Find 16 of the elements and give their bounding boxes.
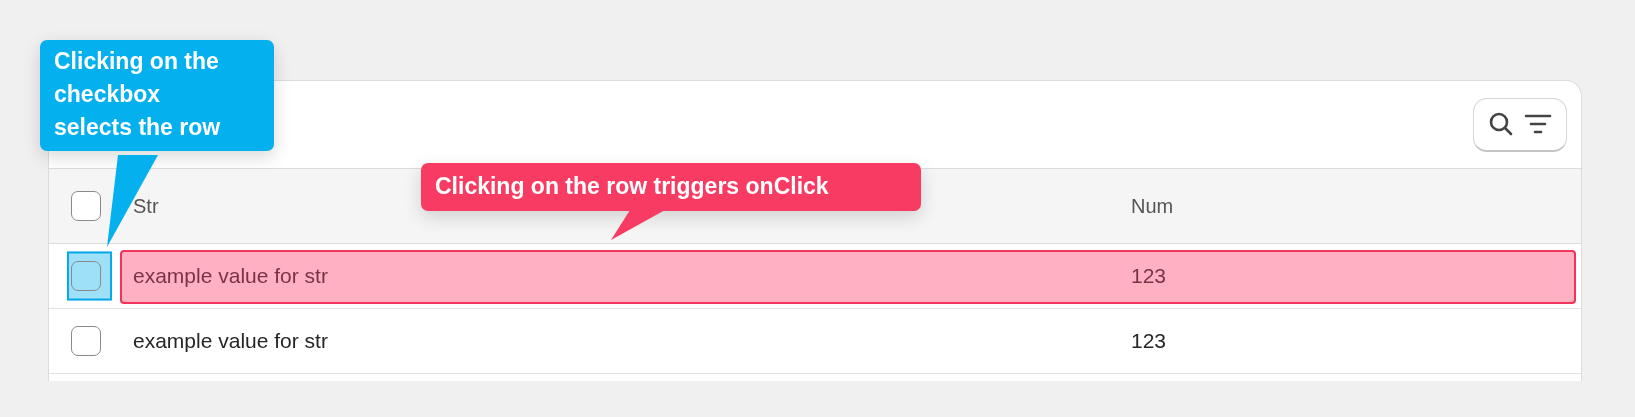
search-icon — [1488, 111, 1514, 137]
callout-pointer — [611, 210, 666, 241]
filter-icon — [1524, 114, 1552, 134]
row-checkbox[interactable] — [71, 326, 101, 356]
callout: Clicking on the checkbox selects the row — [40, 40, 274, 151]
table-cell: example value for str — [133, 329, 328, 352]
column-header: Num — [1131, 194, 1174, 217]
table-row[interactable]: example value for str 123 — [49, 309, 1581, 374]
table-row[interactable]: example value for str 123 — [49, 244, 1581, 309]
column-header: Str — [133, 194, 159, 217]
select-all-checkbox[interactable] — [71, 191, 101, 221]
table-cell: example value for str — [133, 264, 328, 287]
search-filter-button[interactable] — [1473, 97, 1567, 152]
table-cell: 123 — [1131, 264, 1167, 287]
table-cell: 123 — [1131, 329, 1167, 352]
row-checkbox[interactable] — [71, 261, 101, 291]
